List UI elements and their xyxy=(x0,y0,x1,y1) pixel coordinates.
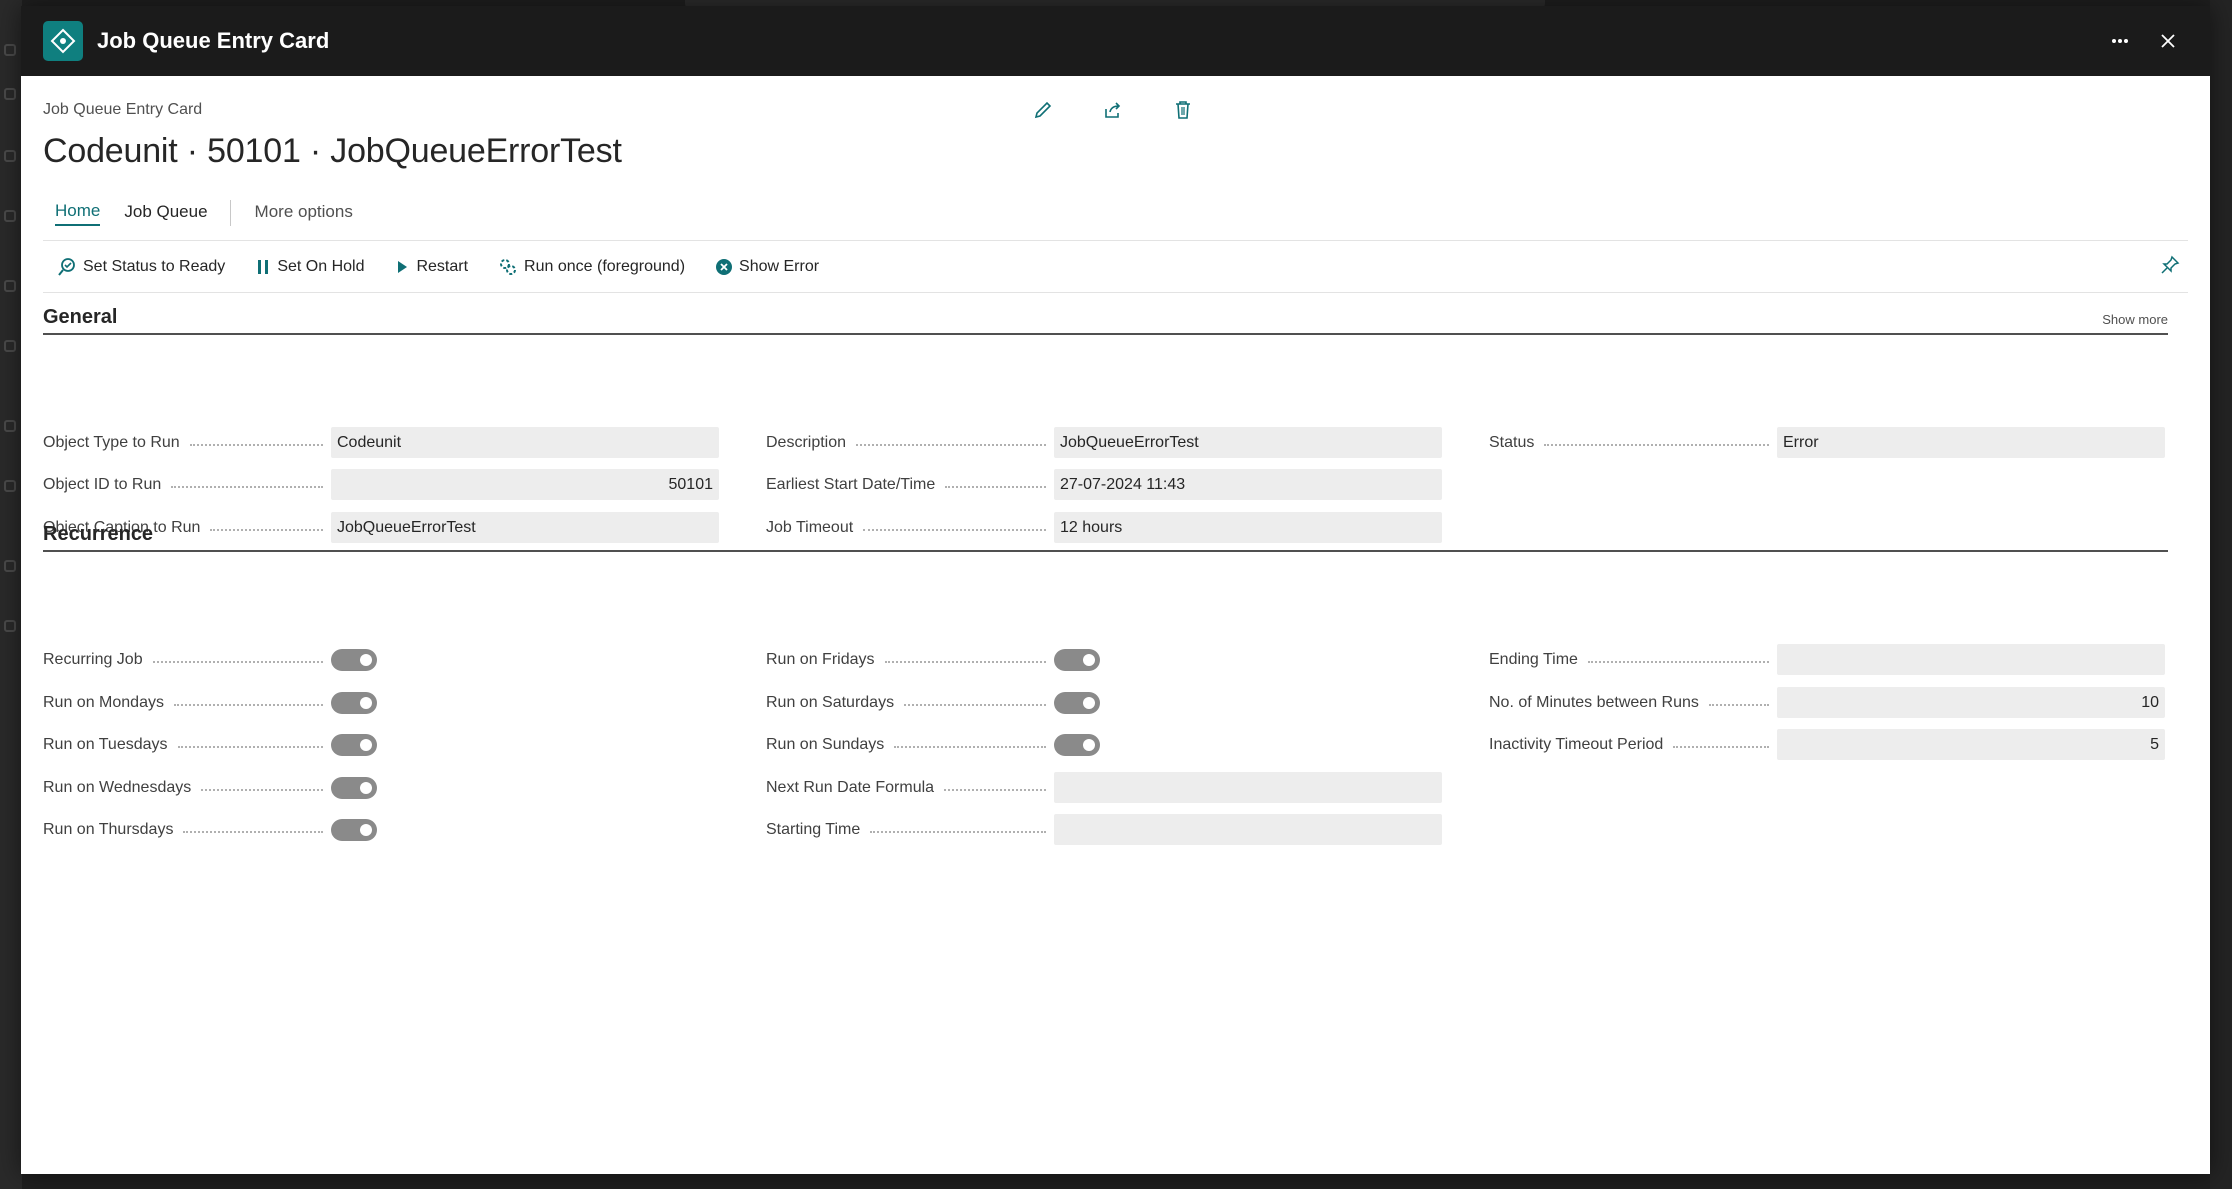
status-field: Status Error xyxy=(1489,427,2165,458)
description-label: Description xyxy=(766,433,847,451)
run-thursdays-field: Run on Thursdays xyxy=(43,814,377,845)
earliest-start-input[interactable]: 27-07-2024 11:43 xyxy=(1054,469,1442,500)
set-status-ready-button[interactable]: Set Status to Ready xyxy=(57,257,225,277)
tab-bar: Home Job Queue More options xyxy=(55,200,377,226)
breadcrumb: Job Queue Entry Card xyxy=(43,101,203,118)
inactivity-timeout-label: Inactivity Timeout Period xyxy=(1489,735,1664,753)
run-thursdays-toggle[interactable] xyxy=(331,818,377,841)
object-id-label: Object ID to Run xyxy=(43,475,162,493)
run-fridays-field: Run on Fridays xyxy=(766,644,1100,675)
run-mondays-field: Run on Mondays xyxy=(43,687,377,718)
header-action-icons xyxy=(1031,98,1195,122)
recurring-job-label: Recurring Job xyxy=(43,650,143,668)
run-once-label: Run once (foreground) xyxy=(524,257,686,275)
action-bar: Set Status to Ready Set On Hold Restart … xyxy=(43,240,2188,293)
run-tuesdays-toggle[interactable] xyxy=(331,733,377,756)
run-wednesdays-toggle[interactable] xyxy=(331,776,377,799)
recurring-job-toggle[interactable] xyxy=(331,648,377,671)
pause-icon xyxy=(258,259,269,274)
starting-time-field: Starting Time xyxy=(766,814,1442,845)
starting-time-input[interactable] xyxy=(1054,814,1442,845)
show-error-label: Show Error xyxy=(739,257,820,275)
run-fridays-toggle[interactable] xyxy=(1054,648,1100,671)
tab-home[interactable]: Home xyxy=(55,201,101,226)
run-wednesdays-label: Run on Wednesdays xyxy=(43,778,192,796)
run-wednesdays-field: Run on Wednesdays xyxy=(43,772,377,803)
next-run-formula-input[interactable] xyxy=(1054,772,1442,803)
run-saturdays-label: Run on Saturdays xyxy=(766,693,895,711)
run-saturdays-field: Run on Saturdays xyxy=(766,687,1100,718)
minutes-between-runs-field: No. of Minutes between Runs 10 xyxy=(1489,687,2165,718)
run-once-icon xyxy=(500,258,517,275)
close-icon[interactable] xyxy=(2148,21,2188,61)
more-options-icon[interactable] xyxy=(2100,21,2140,61)
run-sundays-label: Run on Sundays xyxy=(766,735,885,753)
delete-icon[interactable] xyxy=(1171,98,1195,122)
object-type-label: Object Type to Run xyxy=(43,433,180,451)
starting-time-label: Starting Time xyxy=(766,820,861,838)
edit-icon[interactable] xyxy=(1031,98,1055,122)
page-title: Codeunit · 50101 · JobQueueErrorTest xyxy=(43,132,622,170)
recurring-job-field: Recurring Job xyxy=(43,644,377,675)
dialog-title: Job Queue Entry Card xyxy=(97,28,330,53)
job-queue-entry-dialog: Job Queue Entry Card Job Queue Entry Car… xyxy=(21,6,2210,1174)
set-on-hold-label: Set On Hold xyxy=(277,257,365,275)
next-run-formula-label: Next Run Date Formula xyxy=(766,778,935,796)
run-thursdays-label: Run on Thursdays xyxy=(43,820,174,838)
play-icon xyxy=(398,260,408,273)
status-label: Status xyxy=(1489,433,1535,451)
show-more-link[interactable]: Show more xyxy=(2102,312,2168,327)
share-icon[interactable] xyxy=(1101,98,1125,122)
run-once-button[interactable]: Run once (foreground) xyxy=(498,257,685,277)
run-tuesdays-label: Run on Tuesdays xyxy=(43,735,168,753)
earliest-start-field: Earliest Start Date/Time 27-07-2024 11:4… xyxy=(766,469,1442,500)
run-mondays-label: Run on Mondays xyxy=(43,693,164,711)
recurrence-section-header[interactable]: Recurrence xyxy=(43,523,2168,552)
ending-time-field: Ending Time xyxy=(1489,644,2165,675)
restart-button[interactable]: Restart xyxy=(394,258,468,276)
minutes-between-runs-label: No. of Minutes between Runs xyxy=(1489,693,1699,711)
tab-divider xyxy=(229,200,231,226)
minutes-between-runs-input[interactable]: 10 xyxy=(1777,687,2165,718)
run-tuesdays-field: Run on Tuesdays xyxy=(43,729,377,760)
ending-time-label: Ending Time xyxy=(1489,650,1578,668)
run-sundays-toggle[interactable] xyxy=(1054,733,1100,756)
run-sundays-field: Run on Sundays xyxy=(766,729,1100,760)
error-icon xyxy=(716,258,733,275)
next-run-formula-field: Next Run Date Formula xyxy=(766,772,1442,803)
description-input[interactable]: JobQueueErrorTest xyxy=(1054,427,1442,458)
inactivity-timeout-field: Inactivity Timeout Period 5 xyxy=(1489,729,2165,760)
status-ready-icon xyxy=(58,257,75,276)
object-id-field: Object ID to Run 50101 xyxy=(43,469,719,500)
status-input[interactable]: Error xyxy=(1777,427,2165,458)
general-section-header[interactable]: General Show more xyxy=(43,306,2168,335)
recurrence-section-title: Recurrence xyxy=(43,523,154,545)
general-section-title: General xyxy=(43,306,118,328)
set-on-hold-button[interactable]: Set On Hold xyxy=(255,258,364,276)
object-type-field: Object Type to Run Codeunit xyxy=(43,427,719,458)
tab-job-queue[interactable]: Job Queue xyxy=(124,202,207,225)
set-status-ready-label: Set Status to Ready xyxy=(83,257,226,275)
run-saturdays-toggle[interactable] xyxy=(1054,691,1100,714)
restart-label: Restart xyxy=(416,257,469,275)
show-error-button[interactable]: Show Error xyxy=(715,258,819,276)
run-mondays-toggle[interactable] xyxy=(331,691,377,714)
run-fridays-label: Run on Fridays xyxy=(766,650,875,668)
earliest-start-label: Earliest Start Date/Time xyxy=(766,475,936,493)
inactivity-timeout-input[interactable]: 5 xyxy=(1777,729,2165,760)
pin-icon[interactable] xyxy=(2160,255,2180,280)
background-right-rail xyxy=(2210,0,2232,1189)
object-type-input[interactable]: Codeunit xyxy=(331,427,719,458)
description-field: Description JobQueueErrorTest xyxy=(766,427,1442,458)
tab-more-options[interactable]: More options xyxy=(255,202,353,225)
app-logo-icon xyxy=(43,21,83,61)
ending-time-input[interactable] xyxy=(1777,644,2165,675)
dialog-titlebar: Job Queue Entry Card xyxy=(21,6,2210,76)
background-app-rail xyxy=(0,0,22,1189)
object-id-input[interactable]: 50101 xyxy=(331,469,719,500)
